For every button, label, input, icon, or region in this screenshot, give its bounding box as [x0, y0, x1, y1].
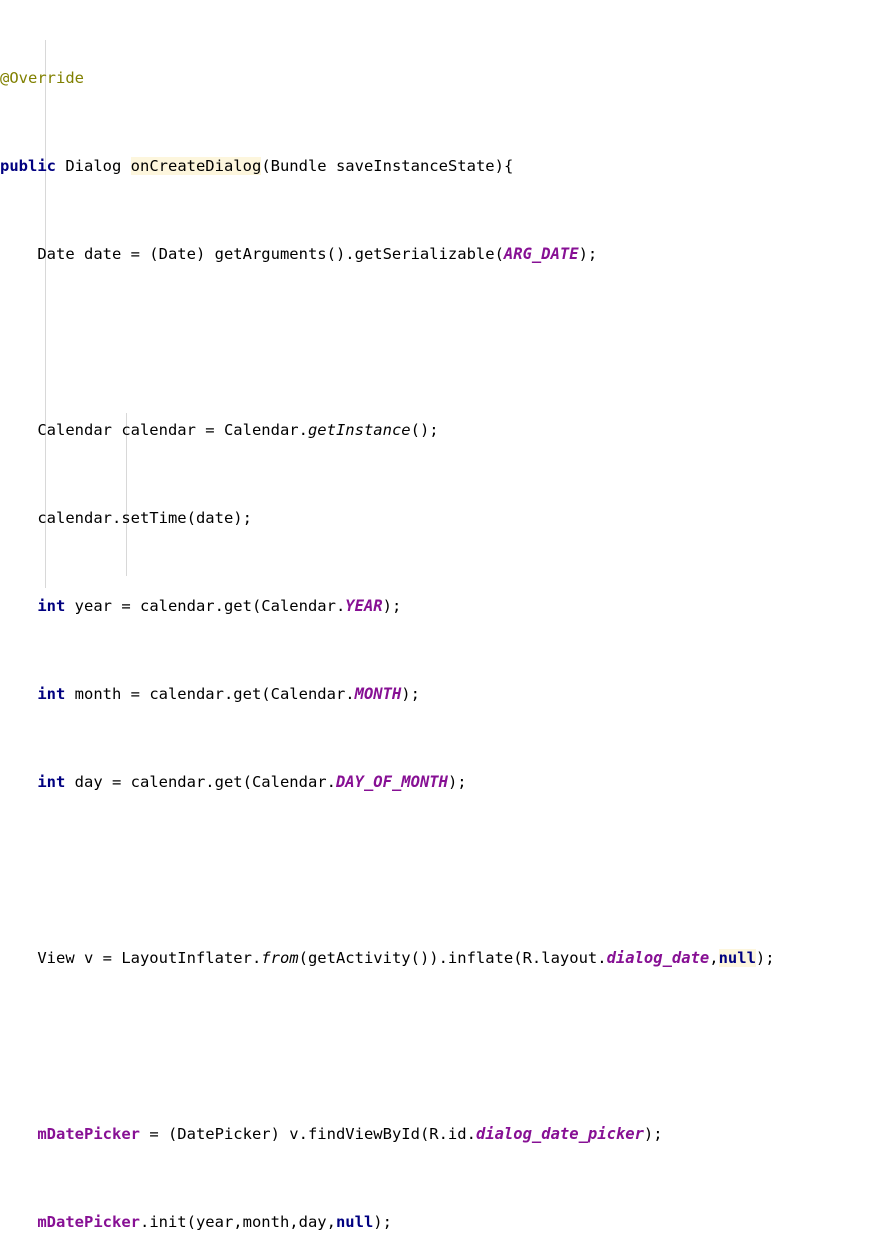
field-mdatepicker-init: mDatePicker — [37, 1213, 140, 1231]
line7-part-c: year = calendar.get(Calendar. — [65, 597, 346, 615]
annotation-override: @Override — [0, 69, 84, 87]
code-line-6: calendar.setTime(date); — [0, 507, 893, 529]
line13-indent — [0, 1125, 37, 1143]
code-line-12-blank — [0, 1035, 893, 1057]
line14-part-c: .init(year,month,day, — [139, 1213, 336, 1231]
line14-part-e: ); — [373, 1213, 392, 1231]
code-line-14: mDatePicker.init(year,month,day,null); — [0, 1211, 893, 1233]
code-line-4-blank — [0, 331, 893, 353]
line3-part-a: Date date = (Date) getArguments().getSer… — [0, 245, 504, 263]
field-mdatepicker: mDatePicker — [37, 1125, 140, 1143]
line5-part-c: (); — [410, 421, 439, 439]
code-content[interactable]: @Override public Dialog onCreateDialog(B… — [0, 0, 893, 1240]
code-line-10-blank — [0, 859, 893, 881]
code-line-2: public Dialog onCreateDialog(Bundle save… — [0, 155, 893, 177]
line5-part-a: Calendar calendar = Calendar. — [0, 421, 308, 439]
line7-indent — [0, 597, 37, 615]
keyword-int-month: int — [37, 685, 66, 703]
code-line-7: int year = calendar.get(Calendar.YEAR); — [0, 595, 893, 617]
keyword-public: public — [0, 157, 56, 175]
type-dialog: Dialog — [56, 157, 131, 175]
line9-indent — [0, 773, 37, 791]
line9-part-c: day = calendar.get(Calendar. — [65, 773, 336, 791]
code-line-11: View v = LayoutInflater.from(getActivity… — [0, 947, 893, 969]
code-line-13: mDatePicker = (DatePicker) v.findViewByI… — [0, 1123, 893, 1145]
code-editor-pane[interactable]: @Override public Dialog onCreateDialog(B… — [0, 0, 893, 1231]
line8-part-e: ); — [401, 685, 420, 703]
static-method-getinstance: getInstance — [307, 421, 411, 439]
line11-part-c: (getActivity()).inflate(R.layout. — [298, 949, 607, 967]
method-name-oncreatedialog: onCreateDialog — [130, 157, 262, 175]
static-method-from: from — [261, 949, 299, 967]
keyword-null-init: null — [335, 1213, 374, 1231]
code-line-5: Calendar calendar = Calendar.getInstance… — [0, 419, 893, 441]
method-params: (Bundle saveInstanceState){ — [261, 157, 514, 175]
line11-part-a: View v = LayoutInflater. — [0, 949, 262, 967]
static-field-month: MONTH — [354, 685, 402, 703]
line8-part-c: month = calendar.get(Calendar. — [65, 685, 355, 703]
static-field-arg-date: ARG_DATE — [503, 245, 579, 263]
line14-indent — [0, 1213, 37, 1231]
line6-part-a: calendar.setTime(date); — [0, 509, 252, 527]
static-field-day-of-month: DAY_OF_MONTH — [335, 773, 448, 791]
line11-part-g: ); — [755, 949, 775, 967]
code-line-8: int month = calendar.get(Calendar.MONTH)… — [0, 683, 893, 705]
code-line-1: @Override — [0, 67, 893, 89]
line11-comma: , — [709, 949, 719, 967]
code-line-3: Date date = (Date) getArguments().getSer… — [0, 243, 893, 265]
keyword-int-year: int — [37, 597, 66, 615]
static-field-year: YEAR — [345, 597, 383, 615]
keyword-null-highlighted: null — [718, 949, 756, 967]
resource-dialog-date: dialog_date — [606, 949, 710, 967]
line7-part-e: ); — [382, 597, 402, 615]
keyword-int-day: int — [37, 773, 66, 791]
resource-dialog-date-picker: dialog_date_picker — [475, 1125, 644, 1143]
line13-part-c: = (DatePicker) v.findViewById(R.id. — [139, 1125, 476, 1143]
line13-part-e: ); — [643, 1125, 663, 1143]
line3-part-c: ); — [578, 245, 598, 263]
code-line-9: int day = calendar.get(Calendar.DAY_OF_M… — [0, 771, 893, 793]
line8-indent — [0, 685, 37, 703]
line9-part-e: ); — [447, 773, 467, 791]
